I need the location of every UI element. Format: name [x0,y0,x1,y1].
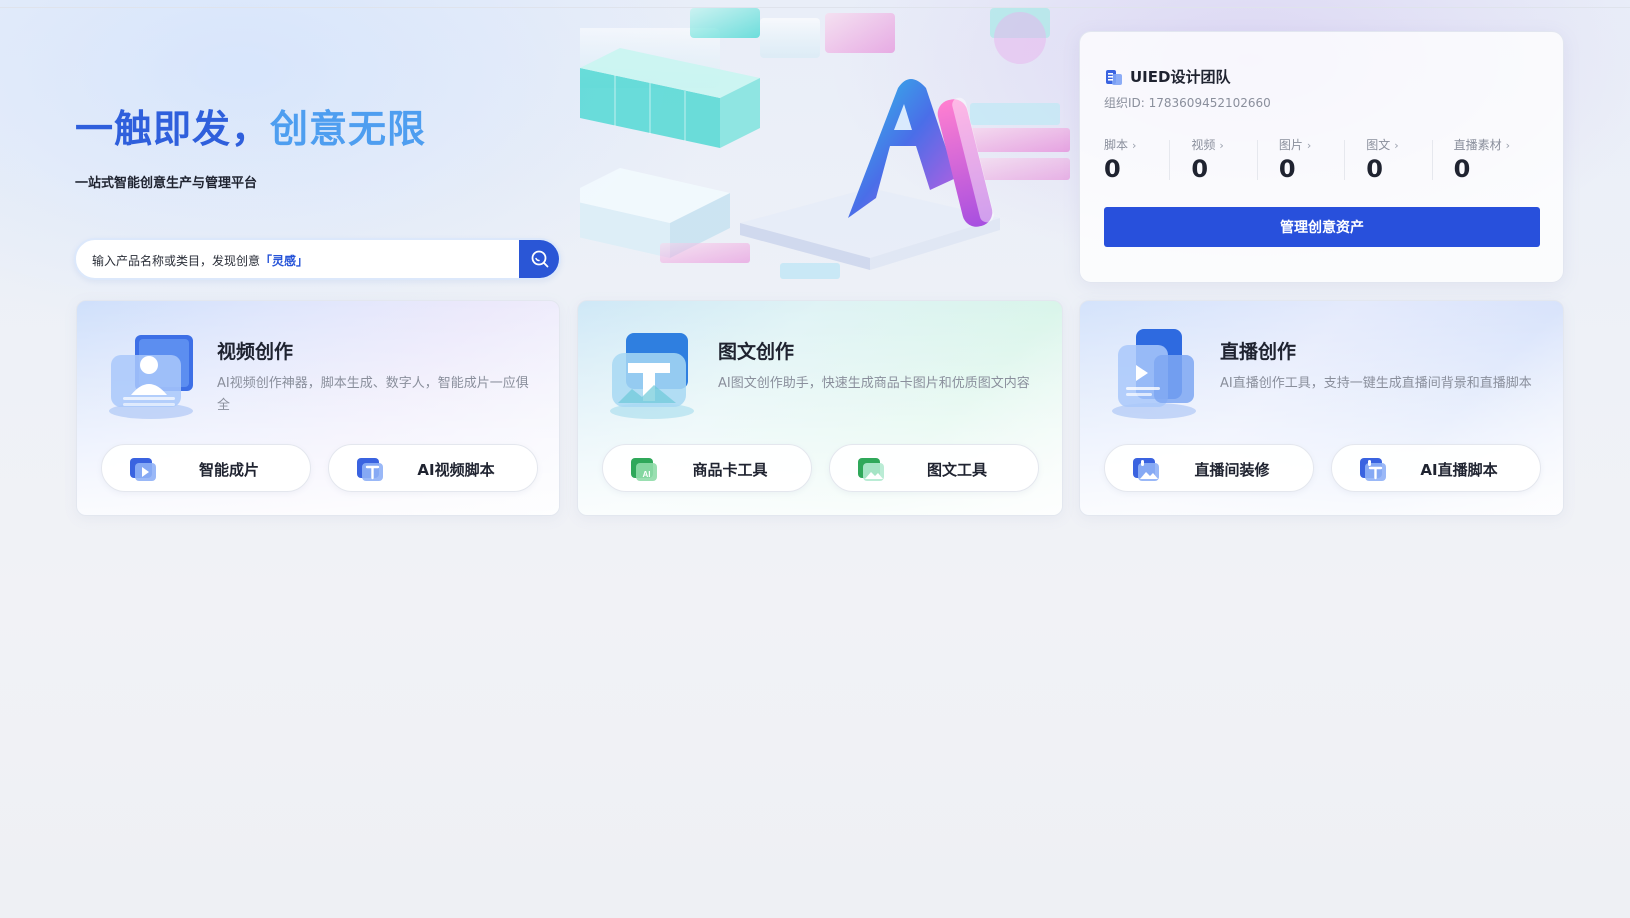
stat-scripts[interactable]: 脚本 › 0 [1104,136,1191,183]
search-input[interactable]: 输入产品名称或类目，发现创意「灵感」 [74,238,561,280]
hero-title-part1: 一触即发， [75,107,271,151]
team-logo-icon [1106,69,1122,85]
video-play-icon [130,458,156,481]
card-actions: 智能成片 AI视频脚本 [101,444,538,492]
search-placeholder-highlight: 「灵感」 [260,254,309,268]
stat-label: 视频 [1191,138,1216,152]
ai-video-script-button[interactable]: AI视频脚本 [328,444,538,492]
live-creation-card[interactable]: 直播创作 AI直播创作工具，支持一键生成直播间背景和直播脚本 直播间装修 AI直… [1079,300,1564,516]
stat-value: 0 [1191,155,1209,183]
video-creation-illustration [109,335,193,419]
chevron-right-icon: › [1132,139,1137,152]
smart-video-label: 智能成片 [198,461,259,479]
stat-label: 直播素材 [1453,138,1502,152]
stat-images[interactable]: 图片 › 0 [1256,136,1366,183]
live-room-icon [1133,458,1159,481]
team-name: UIED设计团队 [1130,68,1231,86]
stat-divider [1256,140,1258,180]
hero-subtitle: 一站式智能创意生产与管理平台 [75,176,258,191]
stat-value: 0 [1366,155,1383,183]
stat-videos[interactable]: 视频 › 0 [1169,136,1278,183]
product-card-tool-label: 商品卡工具 [692,461,768,479]
stat-divider [1169,140,1171,180]
stat-divider [1344,140,1346,180]
graphic-creation-illustration [610,333,694,419]
live-creation-illustration [1112,329,1196,419]
graphic-tool-label: 图文工具 [926,461,987,479]
stat-label: 脚本 [1104,138,1129,152]
stat-divider [1431,140,1433,180]
live-room-decoration-button[interactable]: 直播间装修 [1104,444,1314,492]
hero-title-part2: 创意无限 [270,107,427,151]
ai-live-script-button[interactable]: AI直播脚本 [1331,444,1541,492]
search-icon [531,250,549,268]
hero-3d-illustration [580,8,1080,298]
team-name-row: UIED设计团队 [1104,66,1230,87]
asset-stats: 脚本 › 0 视频 › 0 图片 › 0 图文 › 0 直播素材 › 0 [1104,136,1541,183]
stat-value: 0 [1453,155,1471,183]
video-creation-card[interactable]: 视频创作 AI视频创作神器，脚本生成、数字人，智能成片一应俱全 智能成片 AI视… [76,300,560,516]
stat-label: 图文 [1366,138,1391,152]
card-title: 直播创作 [1220,341,1297,363]
card-title: 视频创作 [217,341,294,363]
script-text-icon [357,458,383,481]
ai-live-script-label: AI直播脚本 [1420,461,1498,479]
chevron-right-icon: › [1306,139,1312,152]
hero-title: 一触即发，创意无限 [75,98,427,151]
card-actions: 直播间装修 AI直播脚本 [1104,444,1541,492]
search-placeholder-text: 输入产品名称或类目，发现创意 [92,254,261,268]
stat-value: 0 [1278,155,1296,183]
svg-text:AI: AI [643,470,651,479]
stat-live-materials[interactable]: 直播素材 › 0 [1431,136,1541,183]
org-id: 组织ID: 1783609452102660 [1104,96,1271,110]
ai-video-script-label: AI视频脚本 [417,461,495,479]
graphic-tool-button[interactable]: 图文工具 [829,444,1039,492]
product-card-tool-button[interactable]: AI 商品卡工具 [602,444,812,492]
chevron-right-icon: › [1394,139,1399,152]
card-title: 图文创作 [718,341,795,363]
product-card-icon: AI [631,458,657,481]
stat-graphics[interactable]: 图文 › 0 [1344,136,1453,183]
stat-value: 0 [1104,155,1121,183]
search-placeholder: 输入产品名称或类目，发现创意「灵感」 [92,252,308,269]
chevron-right-icon: › [1505,139,1511,152]
card-description: AI图文创作助手，快速生成商品卡图片和优质图文内容 [718,376,1030,391]
live-room-decoration-label: 直播间装修 [1194,461,1270,479]
chevron-right-icon: › [1219,139,1224,152]
live-script-icon [1360,458,1386,481]
card-actions: AI 商品卡工具 图文工具 [602,444,1039,492]
manage-assets-button[interactable]: 管理创意资产 [1104,207,1540,247]
smart-video-button[interactable]: 智能成片 [101,444,311,492]
graphic-creation-card[interactable]: 图文创作 AI图文创作助手，快速生成商品卡图片和优质图文内容 AI 商品卡工具 … [577,300,1063,516]
card-description: AI直播创作工具，支持一键生成直播间背景和直播脚本 [1220,376,1532,391]
image-text-icon [858,458,884,481]
card-description: AI视频创作神器，脚本生成、数字人，智能成片一应俱全 [217,376,529,413]
search-button[interactable] [519,240,559,278]
team-card: UIED设计团队 组织ID: 1783609452102660 脚本 › 0 视频… [1079,31,1564,283]
stat-label: 图片 [1278,138,1303,152]
